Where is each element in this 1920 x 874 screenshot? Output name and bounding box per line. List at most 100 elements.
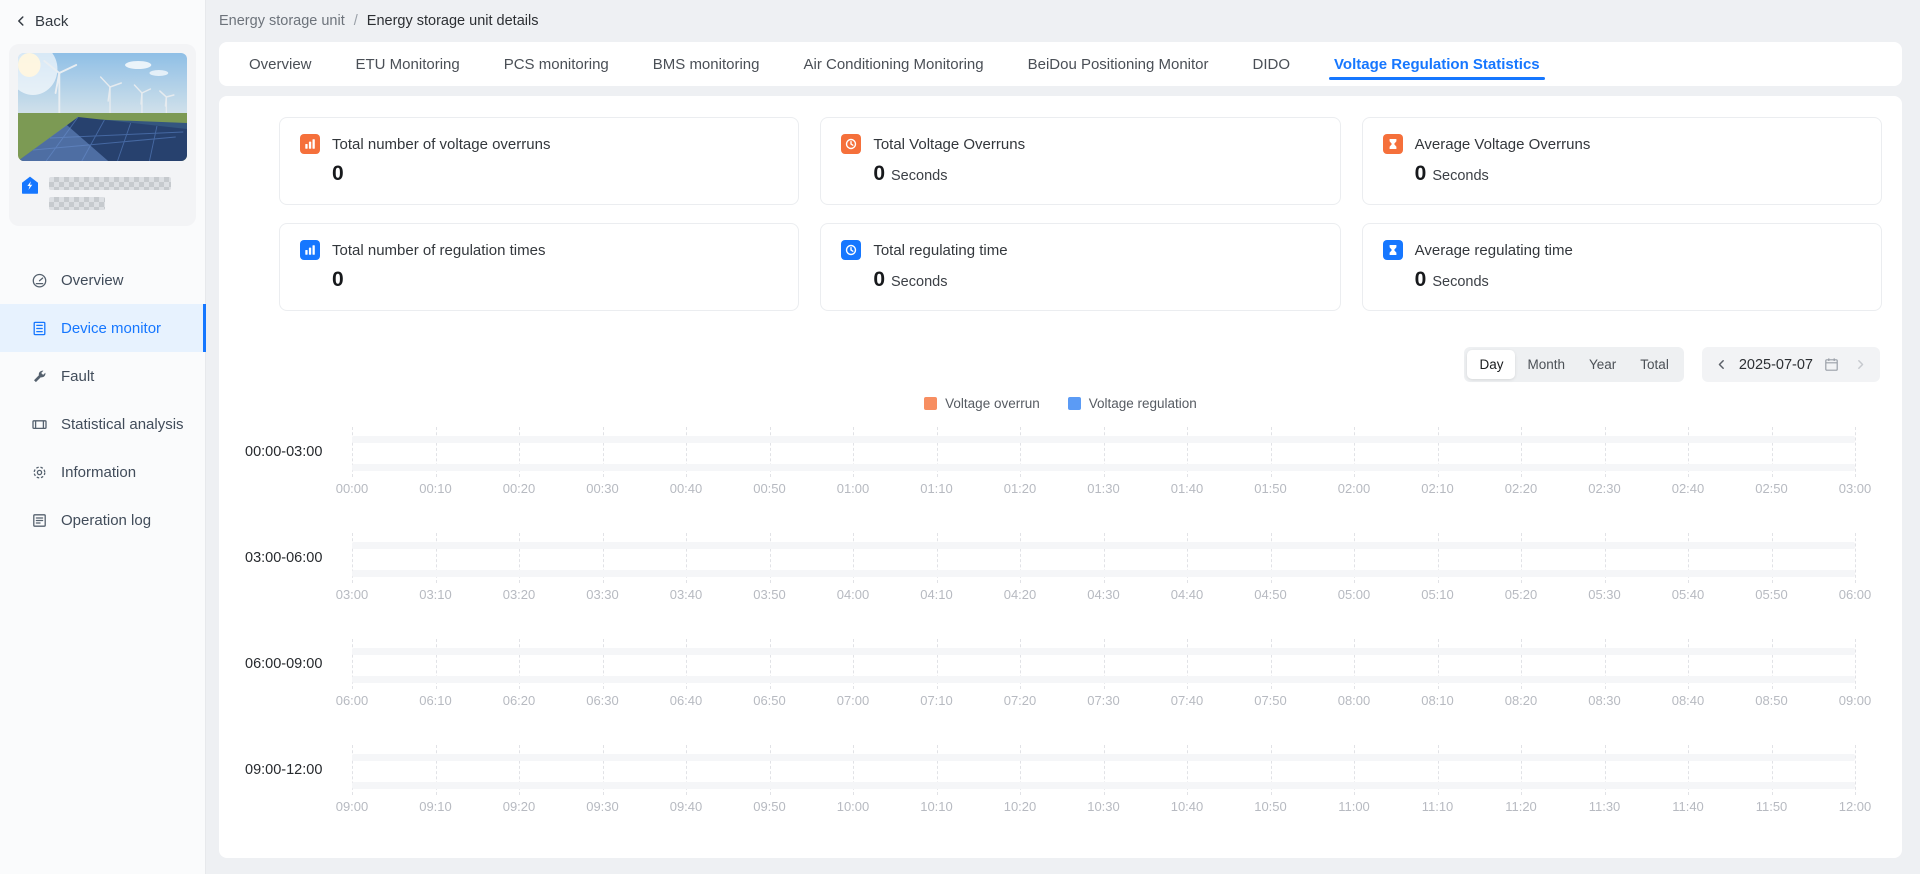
stat-card-header: Total number of regulation times xyxy=(300,240,778,260)
legend-item-voltage-overrun[interactable]: Voltage overrun xyxy=(924,396,1040,411)
axis-tick-label: 03:30 xyxy=(586,587,619,602)
axis-tick-label: 03:00 xyxy=(1839,481,1872,496)
axis-tick-label: 08:00 xyxy=(1338,693,1371,708)
device-card xyxy=(9,44,196,226)
axis-tick-label: 08:30 xyxy=(1588,693,1621,708)
content-panel: Total number of voltage overruns0Total V… xyxy=(219,96,1902,858)
tab-label: Air Conditioning Monitoring xyxy=(803,56,983,73)
tab-voltage-regulation-statistics[interactable]: Voltage Regulation Statistics xyxy=(1312,42,1562,86)
range-option-day[interactable]: Day xyxy=(1467,350,1515,379)
axis-tick-label: 09:30 xyxy=(586,799,619,814)
back-button[interactable]: Back xyxy=(0,0,205,42)
prev-date-button[interactable] xyxy=(1715,358,1728,371)
track-voltage-overrun xyxy=(352,754,1855,761)
axis-tick-label: 08:20 xyxy=(1505,693,1538,708)
tab-label: PCS monitoring xyxy=(504,56,609,73)
sidebar-item-information[interactable]: Information xyxy=(0,448,205,496)
stat-card-label: Total number of voltage overruns xyxy=(332,136,550,153)
stat-card-value-row: 0 xyxy=(332,162,778,186)
house-energy-icon xyxy=(20,175,40,200)
range-option-month[interactable]: Month xyxy=(1515,350,1577,379)
stat-card-header: Average Voltage Overruns xyxy=(1383,134,1861,154)
axis-tick-label: 02:40 xyxy=(1672,481,1705,496)
axis-tick-label: 05:50 xyxy=(1755,587,1788,602)
tab-etu-monitoring[interactable]: ETU Monitoring xyxy=(334,42,482,86)
stat-card-label: Total number of regulation times xyxy=(332,242,545,259)
axis-tick-label: 10:50 xyxy=(1254,799,1287,814)
axis-tick-label: 01:30 xyxy=(1087,481,1120,496)
sidebar-item-label: Overview xyxy=(61,272,124,289)
tab-beidou-positioning-monitor[interactable]: BeiDou Positioning Monitor xyxy=(1006,42,1231,86)
gear-icon xyxy=(30,464,48,481)
axis-tick-label: 03:10 xyxy=(419,587,452,602)
axis-tick-label: 05:40 xyxy=(1672,587,1705,602)
stat-card: Total Voltage Overruns 0 Seconds xyxy=(820,117,1340,205)
axis-tick-label: 02:10 xyxy=(1421,481,1454,496)
axis-tick-label: 11:20 xyxy=(1505,799,1537,814)
axis-tick-label: 00:20 xyxy=(503,481,536,496)
tab-air-conditioning-monitoring[interactable]: Air Conditioning Monitoring xyxy=(781,42,1005,86)
range-option-total[interactable]: Total xyxy=(1628,350,1681,379)
track-voltage-overrun xyxy=(352,542,1855,549)
axis-tick-label: 09:00 xyxy=(336,799,369,814)
axis-tick-label: 07:00 xyxy=(837,693,870,708)
axis-tick-label: 05:20 xyxy=(1505,587,1538,602)
sidebar-item-operation-log[interactable]: Operation log xyxy=(0,496,205,544)
clock-icon xyxy=(841,134,861,154)
breadcrumb: Energy storage unit / Energy storage uni… xyxy=(219,0,1902,42)
timeline-row-label: 06:00-09:00 xyxy=(245,656,345,672)
axis-tick-label: 07:40 xyxy=(1171,693,1204,708)
axis-tick-label: 03:20 xyxy=(503,587,536,602)
stat-card-unit: Seconds xyxy=(1432,168,1488,184)
stat-card-value: 0 xyxy=(873,162,885,186)
axis-tick-label: 07:30 xyxy=(1087,693,1120,708)
tab-bms-monitoring[interactable]: BMS monitoring xyxy=(631,42,782,86)
axis-tick-label: 06:30 xyxy=(586,693,619,708)
stat-card: Total number of regulation times0 xyxy=(279,223,799,311)
axis-tick-label: 04:00 xyxy=(837,587,870,602)
axis-tick-label: 11:50 xyxy=(1756,799,1788,814)
axis-tick-label: 11:10 xyxy=(1422,799,1454,814)
chart-controls: DayMonthYearTotal 2025-07-07 xyxy=(219,347,1902,382)
axis-tick-label: 06:00 xyxy=(1839,587,1872,602)
timeline-row-plot: 00:0000:1000:2000:3000:4000:5001:0001:10… xyxy=(352,427,1855,533)
tab-overview[interactable]: Overview xyxy=(227,42,334,86)
axis-tick-label: 03:50 xyxy=(753,587,786,602)
grid-line xyxy=(1855,745,1856,795)
track-voltage-overrun xyxy=(352,648,1855,655)
stats-icon xyxy=(30,416,48,433)
breadcrumb-parent[interactable]: Energy storage unit xyxy=(219,13,345,29)
axis-tick-label: 10:20 xyxy=(1004,799,1037,814)
hourglass-icon xyxy=(1383,240,1403,260)
sidebar-item-device-monitor[interactable]: Device monitor xyxy=(0,304,205,352)
axis-tick-label: 09:50 xyxy=(753,799,786,814)
sidebar-item-fault[interactable]: Fault xyxy=(0,352,205,400)
axis-tick-label: 07:50 xyxy=(1254,693,1287,708)
axis-tick-label: 11:30 xyxy=(1589,799,1621,814)
stat-card: Total regulating time0Seconds xyxy=(820,223,1340,311)
tab-pcs-monitoring[interactable]: PCS monitoring xyxy=(482,42,631,86)
stat-card-value: 0 xyxy=(873,268,885,292)
stat-card-unit: Seconds xyxy=(891,168,947,184)
sidebar-item-overview[interactable]: Overview xyxy=(0,256,205,304)
breadcrumb-current: Energy storage unit details xyxy=(367,13,539,29)
axis-tick-label: 05:00 xyxy=(1338,587,1371,602)
tab-dido[interactable]: DIDO xyxy=(1231,42,1313,86)
axis-tick-label: 00:00 xyxy=(336,481,369,496)
stat-card: Average regulating time0Seconds xyxy=(1362,223,1882,311)
tab-label: BeiDou Positioning Monitor xyxy=(1028,56,1209,73)
range-option-year[interactable]: Year xyxy=(1577,350,1628,379)
legend-item-voltage-regulation[interactable]: Voltage regulation xyxy=(1068,396,1197,411)
date-value[interactable]: 2025-07-07 xyxy=(1739,357,1813,373)
axis-tick-label: 06:00 xyxy=(336,693,369,708)
calendar-icon[interactable] xyxy=(1824,357,1839,372)
axis-tick-label: 02:30 xyxy=(1588,481,1621,496)
legend-label: Voltage overrun xyxy=(945,396,1040,411)
next-date-button[interactable] xyxy=(1854,358,1867,371)
stat-card-header: Total Voltage Overruns xyxy=(841,134,1319,154)
axis-tick-label: 00:10 xyxy=(419,481,452,496)
tab-bar: OverviewETU Monitoring PCS monitoring BMS … xyxy=(219,42,1902,86)
axis-tick-label: 10:40 xyxy=(1171,799,1204,814)
sidebar-item-statistical-analysis[interactable]: Statistical analysis xyxy=(0,400,205,448)
clock-icon xyxy=(841,240,861,260)
